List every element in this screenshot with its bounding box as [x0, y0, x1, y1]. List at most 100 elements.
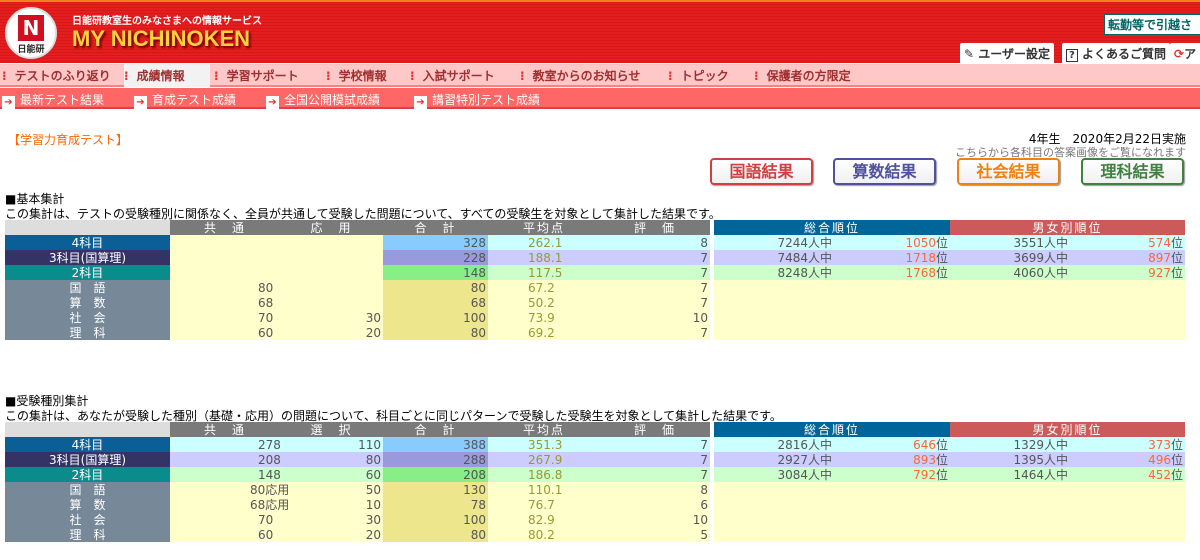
dots-icon: ⁝ — [214, 69, 219, 83]
option-score: 10 — [280, 497, 383, 512]
row-label: 2科目 — [5, 265, 170, 280]
table-row: 3科目(国算理) 208 80 288 267.9 7 — [5, 452, 710, 467]
subnav-link-1[interactable]: ➔ 育成テスト成績 — [134, 91, 236, 109]
site-header: N 日能研 日能研教室生のみなさまへの情報サービス MY NICHINOKEN 転… — [0, 0, 1200, 63]
grade-value: 5 — [600, 527, 710, 542]
column-header: 評 価 — [600, 422, 710, 437]
dots-icon: ⁝ — [668, 69, 673, 83]
gender-total: 3699人中 — [1013, 250, 1069, 265]
refresh-icon: ⟳ — [1174, 47, 1185, 61]
column-header: 総合順位 — [714, 422, 951, 437]
total-score: 288 — [383, 452, 488, 467]
total-score: 100 — [383, 512, 488, 527]
common-score: 68 — [170, 295, 280, 310]
brand-title[interactable]: MY NICHINOKEN — [72, 26, 250, 52]
subject-result-button-0[interactable]: 国語結果 — [710, 158, 813, 185]
option-score: 20 — [280, 325, 383, 340]
column-header: 平均点 — [488, 220, 600, 235]
common-score — [170, 250, 280, 265]
nav-tab-1[interactable]: ⁝ 成績情報 — [124, 64, 210, 87]
total-score: 80 — [383, 527, 488, 542]
overall-rank: 1050 — [905, 235, 936, 250]
nav-tab-3[interactable]: ⁝ 学校情報 — [326, 67, 387, 84]
overall-total: 7484人中 — [777, 250, 832, 265]
grade-value: 7 — [600, 325, 710, 340]
total-score: 130 — [383, 482, 488, 497]
grade-value: 7 — [600, 250, 710, 265]
nav-tab-2[interactable]: ⁝ 学習サポート — [214, 67, 299, 84]
common-score: 70 — [170, 310, 280, 325]
row-label: 社 会 — [5, 512, 170, 527]
subnav-link-0[interactable]: ➔ 最新テスト結果 — [2, 91, 104, 109]
option-score: 50 — [280, 482, 383, 497]
average-score: 117.5 — [488, 265, 600, 280]
subnav-link-2[interactable]: ➔ 全国公開模試成績 — [266, 91, 380, 109]
option-score: 60 — [280, 467, 383, 482]
total-score: 208 — [383, 467, 488, 482]
table-row: 算 数 68 68 50.2 7 — [5, 295, 710, 310]
faq-button[interactable]: ? よくあるご質問 — [1062, 43, 1171, 63]
arrow-right-icon: ➔ — [266, 96, 279, 109]
table-row: 4科目 278 110 388 351.3 7 — [5, 437, 710, 452]
table-row: 4科目 328 262.1 8 — [5, 235, 710, 250]
table-row: 算 数 68応用 10 78 76.7 6 — [5, 497, 710, 512]
overall-rank: 1768 — [905, 265, 936, 280]
common-score: 60 — [170, 527, 280, 542]
subject-result-button-2[interactable]: 社会結果 — [957, 158, 1060, 185]
column-header: 平均点 — [488, 422, 600, 437]
relocation-notice-link[interactable]: 転勤等で引越さ — [1104, 14, 1200, 35]
nav-tab-4[interactable]: ⁝ 入試サポート — [410, 67, 495, 84]
column-header: 合 計 — [383, 422, 488, 437]
average-score: 351.3 — [488, 437, 600, 452]
nav-tab-6[interactable]: ⁝ トピック — [668, 67, 729, 84]
rank-row: 7484人中 1718位 3699人中 897位 — [714, 250, 1186, 265]
secondary-nav: ➔ 最新テスト結果 ➔ 育成テスト成績 ➔ 全国公開模試成績 ➔ 講習特別テスト成績 — [0, 88, 1200, 109]
column-header: 共 通 — [170, 422, 280, 437]
row-label: 国 語 — [5, 482, 170, 497]
primary-nav: ⁝ テストのふり返り ⁝ 成績情報 ⁝ 学習サポート ⁝ 学校情報 ⁝ 入試サポート ⁝ 教室からのお… — [0, 64, 1200, 87]
average-score: 67.2 — [488, 280, 600, 295]
nichinoken-logo[interactable]: N 日能研 — [5, 7, 57, 59]
subject-result-button-3[interactable]: 理科結果 — [1081, 158, 1184, 185]
header-third-button[interactable]: ⟳ア — [1170, 43, 1200, 63]
edit-icon: ✎ — [964, 47, 975, 61]
user-settings-button[interactable]: ✎ ユーザー設定 — [960, 43, 1055, 63]
row-label: 理 科 — [5, 527, 170, 542]
average-score: 267.9 — [488, 452, 600, 467]
subnav-link-3[interactable]: ➔ 講習特別テスト成績 — [414, 91, 540, 109]
subject-result-button-1[interactable]: 算数結果 — [833, 158, 936, 185]
overall-rank: 1718 — [905, 250, 936, 265]
option-score — [280, 235, 383, 250]
common-score: 60 — [170, 325, 280, 340]
column-header: 共 通 — [170, 220, 280, 235]
table-row: 2科目 148 117.5 7 — [5, 265, 710, 280]
common-score: 80応用 — [170, 482, 289, 497]
column-header: 評 価 — [600, 220, 710, 235]
option-score: 20 — [280, 527, 383, 542]
score-table: 共 通応 用合 計平均点評 価 4科目 328 262.1 8 3科目(国算理) 2… — [5, 220, 710, 340]
option-score: 30 — [280, 310, 383, 325]
average-score: 186.8 — [488, 467, 600, 482]
overall-total: 7244人中 — [777, 235, 832, 250]
table-row: 社 会 70 30 100 82.9 10 — [5, 512, 710, 527]
rank-row: 2816人中 646位 1329人中 373位 — [714, 437, 1186, 452]
grade-value: 7 — [600, 280, 710, 295]
option-score — [280, 250, 383, 265]
rank-row: 8248人中 1768位 4060人中 927位 — [714, 265, 1186, 280]
overall-total: 2816人中 — [777, 437, 832, 452]
row-label: 算 数 — [5, 295, 170, 310]
row-label: 4科目 — [5, 235, 170, 250]
total-score: 148 — [383, 265, 488, 280]
grade-value: 8 — [600, 482, 710, 497]
gender-rank: 574 — [1148, 235, 1172, 250]
column-header: 合 計 — [383, 220, 488, 235]
row-label: 国 語 — [5, 280, 170, 295]
nav-tab-0[interactable]: ⁝ テストのふり返り — [2, 67, 111, 84]
option-score: 80 — [280, 452, 383, 467]
overall-rank: 646 — [913, 437, 936, 452]
nav-tab-7[interactable]: ⁝ 保護者の方限定 — [754, 67, 851, 84]
column-header: 総合順位 — [714, 220, 951, 235]
nav-tab-5[interactable]: ⁝ 教室からのお知らせ — [520, 67, 640, 84]
table-row: 2科目 148 60 208 186.8 7 — [5, 467, 710, 482]
question-icon: ? — [1066, 49, 1078, 62]
